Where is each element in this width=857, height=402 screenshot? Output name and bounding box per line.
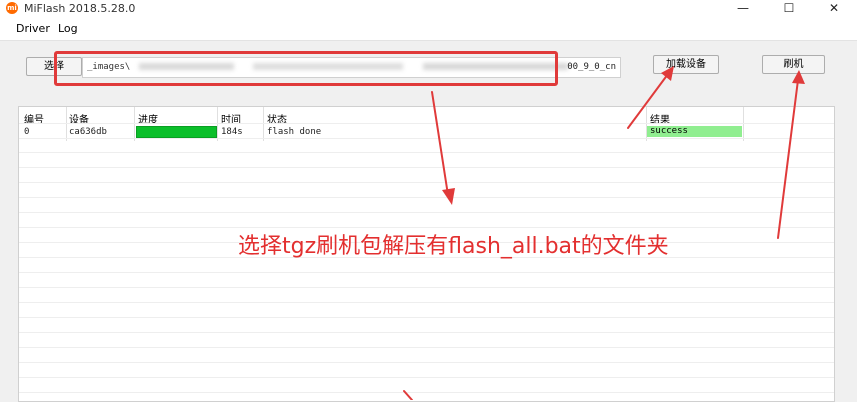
annotation-arrows: [403, 66, 805, 400]
arrowhead-down: [442, 188, 455, 205]
arrow-partial-bottom: [403, 390, 413, 400]
arrow-to-load-device: [627, 73, 669, 129]
arrow-to-path: [431, 91, 449, 196]
arrow-to-flash: [777, 79, 799, 239]
arrowhead-up-right: [661, 66, 674, 81]
arrowhead-up: [792, 70, 805, 84]
